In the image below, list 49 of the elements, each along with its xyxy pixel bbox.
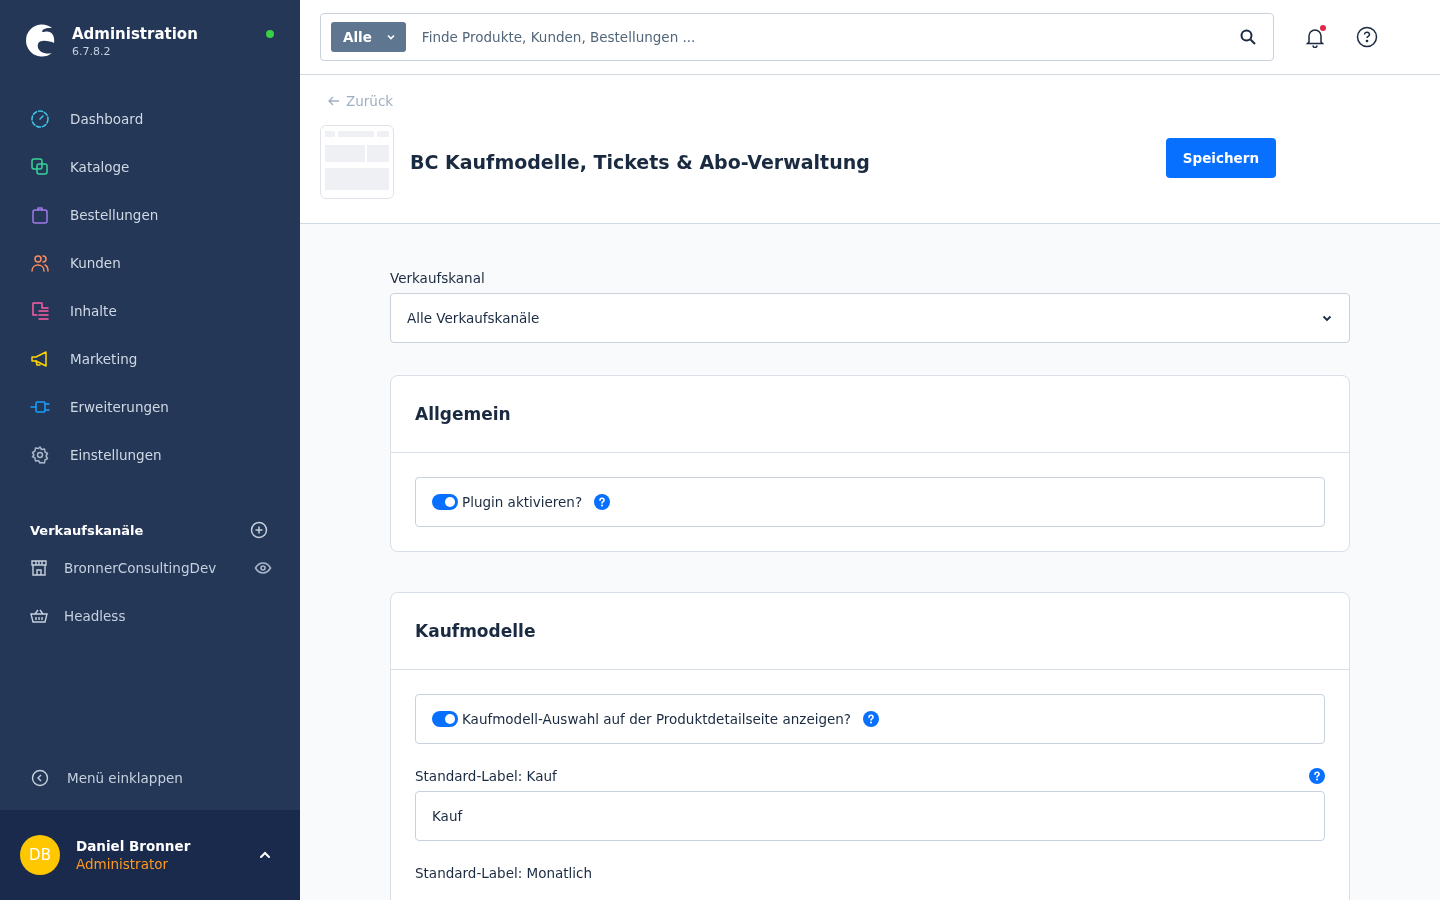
store-icon xyxy=(30,559,48,577)
gauge-icon xyxy=(30,109,50,129)
sales-channel-item[interactable]: Headless xyxy=(0,592,300,640)
avatar: DB xyxy=(20,835,60,875)
nav-item[interactable]: Kunden xyxy=(0,239,300,287)
collapse-menu-button[interactable]: Menü einklappen xyxy=(0,754,300,802)
nav-item[interactable]: Inhalte xyxy=(0,287,300,335)
toggle-switch[interactable] xyxy=(432,494,458,510)
save-button[interactable]: Speichern xyxy=(1165,138,1276,178)
toggle-label: Plugin aktivieren? xyxy=(462,494,583,510)
field-label: Standard-Label: Kauf xyxy=(415,768,557,784)
toggle-label: Kaufmodell-Auswahl auf der Produktdetailseite anzeigen? xyxy=(462,711,852,727)
add-icon[interactable] xyxy=(250,521,268,539)
nav-item[interactable]: Dashboard xyxy=(0,95,300,143)
nav-item[interactable]: Marketing xyxy=(0,335,300,383)
toggle-switch[interactable] xyxy=(432,711,458,727)
sales-channel-select[interactable]: Alle Verkaufskanäle xyxy=(390,293,1350,343)
nav-item[interactable]: Bestellungen xyxy=(0,191,300,239)
user-role: Administrator xyxy=(76,856,170,872)
section-title: Verkaufskanäle xyxy=(30,522,144,538)
app-title: Administration xyxy=(72,25,199,43)
input-field[interactable]: Kauf xyxy=(415,791,1325,841)
search-icon[interactable] xyxy=(1239,28,1257,46)
arrow-left-icon xyxy=(328,96,340,106)
card-title: Kaufmodelle xyxy=(415,621,536,641)
search-field[interactable]: Alle Finde Produkte, Kunden, Bestellungen ... xyxy=(320,13,1274,61)
scope-dropdown[interactable]: Alle xyxy=(331,22,406,52)
nav-item[interactable]: Erweiterungen xyxy=(0,383,300,431)
page-title: BC Kaufmodelle, Tickets & Abo-Verwaltung xyxy=(410,151,871,173)
bell-icon[interactable] xyxy=(1304,26,1326,48)
version-label: 6.7.8.2 xyxy=(72,45,112,58)
field-label: Verkaufskanal xyxy=(390,270,486,286)
chevron-down-icon xyxy=(385,32,396,42)
card-title: Allgemein xyxy=(415,404,511,424)
megaphone-icon xyxy=(30,349,50,369)
eye-icon[interactable] xyxy=(254,559,272,577)
users-icon xyxy=(30,253,50,273)
nav-item[interactable]: Kataloge xyxy=(0,143,300,191)
sales-channel-item[interactable]: BronnerConsultingDev xyxy=(0,544,300,592)
squares-icon xyxy=(30,157,50,177)
user-name: Daniel Bronner xyxy=(76,838,192,854)
bag-icon xyxy=(30,205,50,225)
content-icon xyxy=(30,301,50,321)
field-label: Standard-Label: Monatlich xyxy=(415,865,593,881)
basket-icon xyxy=(30,607,48,625)
help-icon[interactable] xyxy=(1356,26,1378,48)
gear-icon xyxy=(30,445,50,465)
chevron-left-icon xyxy=(31,769,49,787)
nav-item[interactable]: Einstellungen xyxy=(0,431,300,479)
